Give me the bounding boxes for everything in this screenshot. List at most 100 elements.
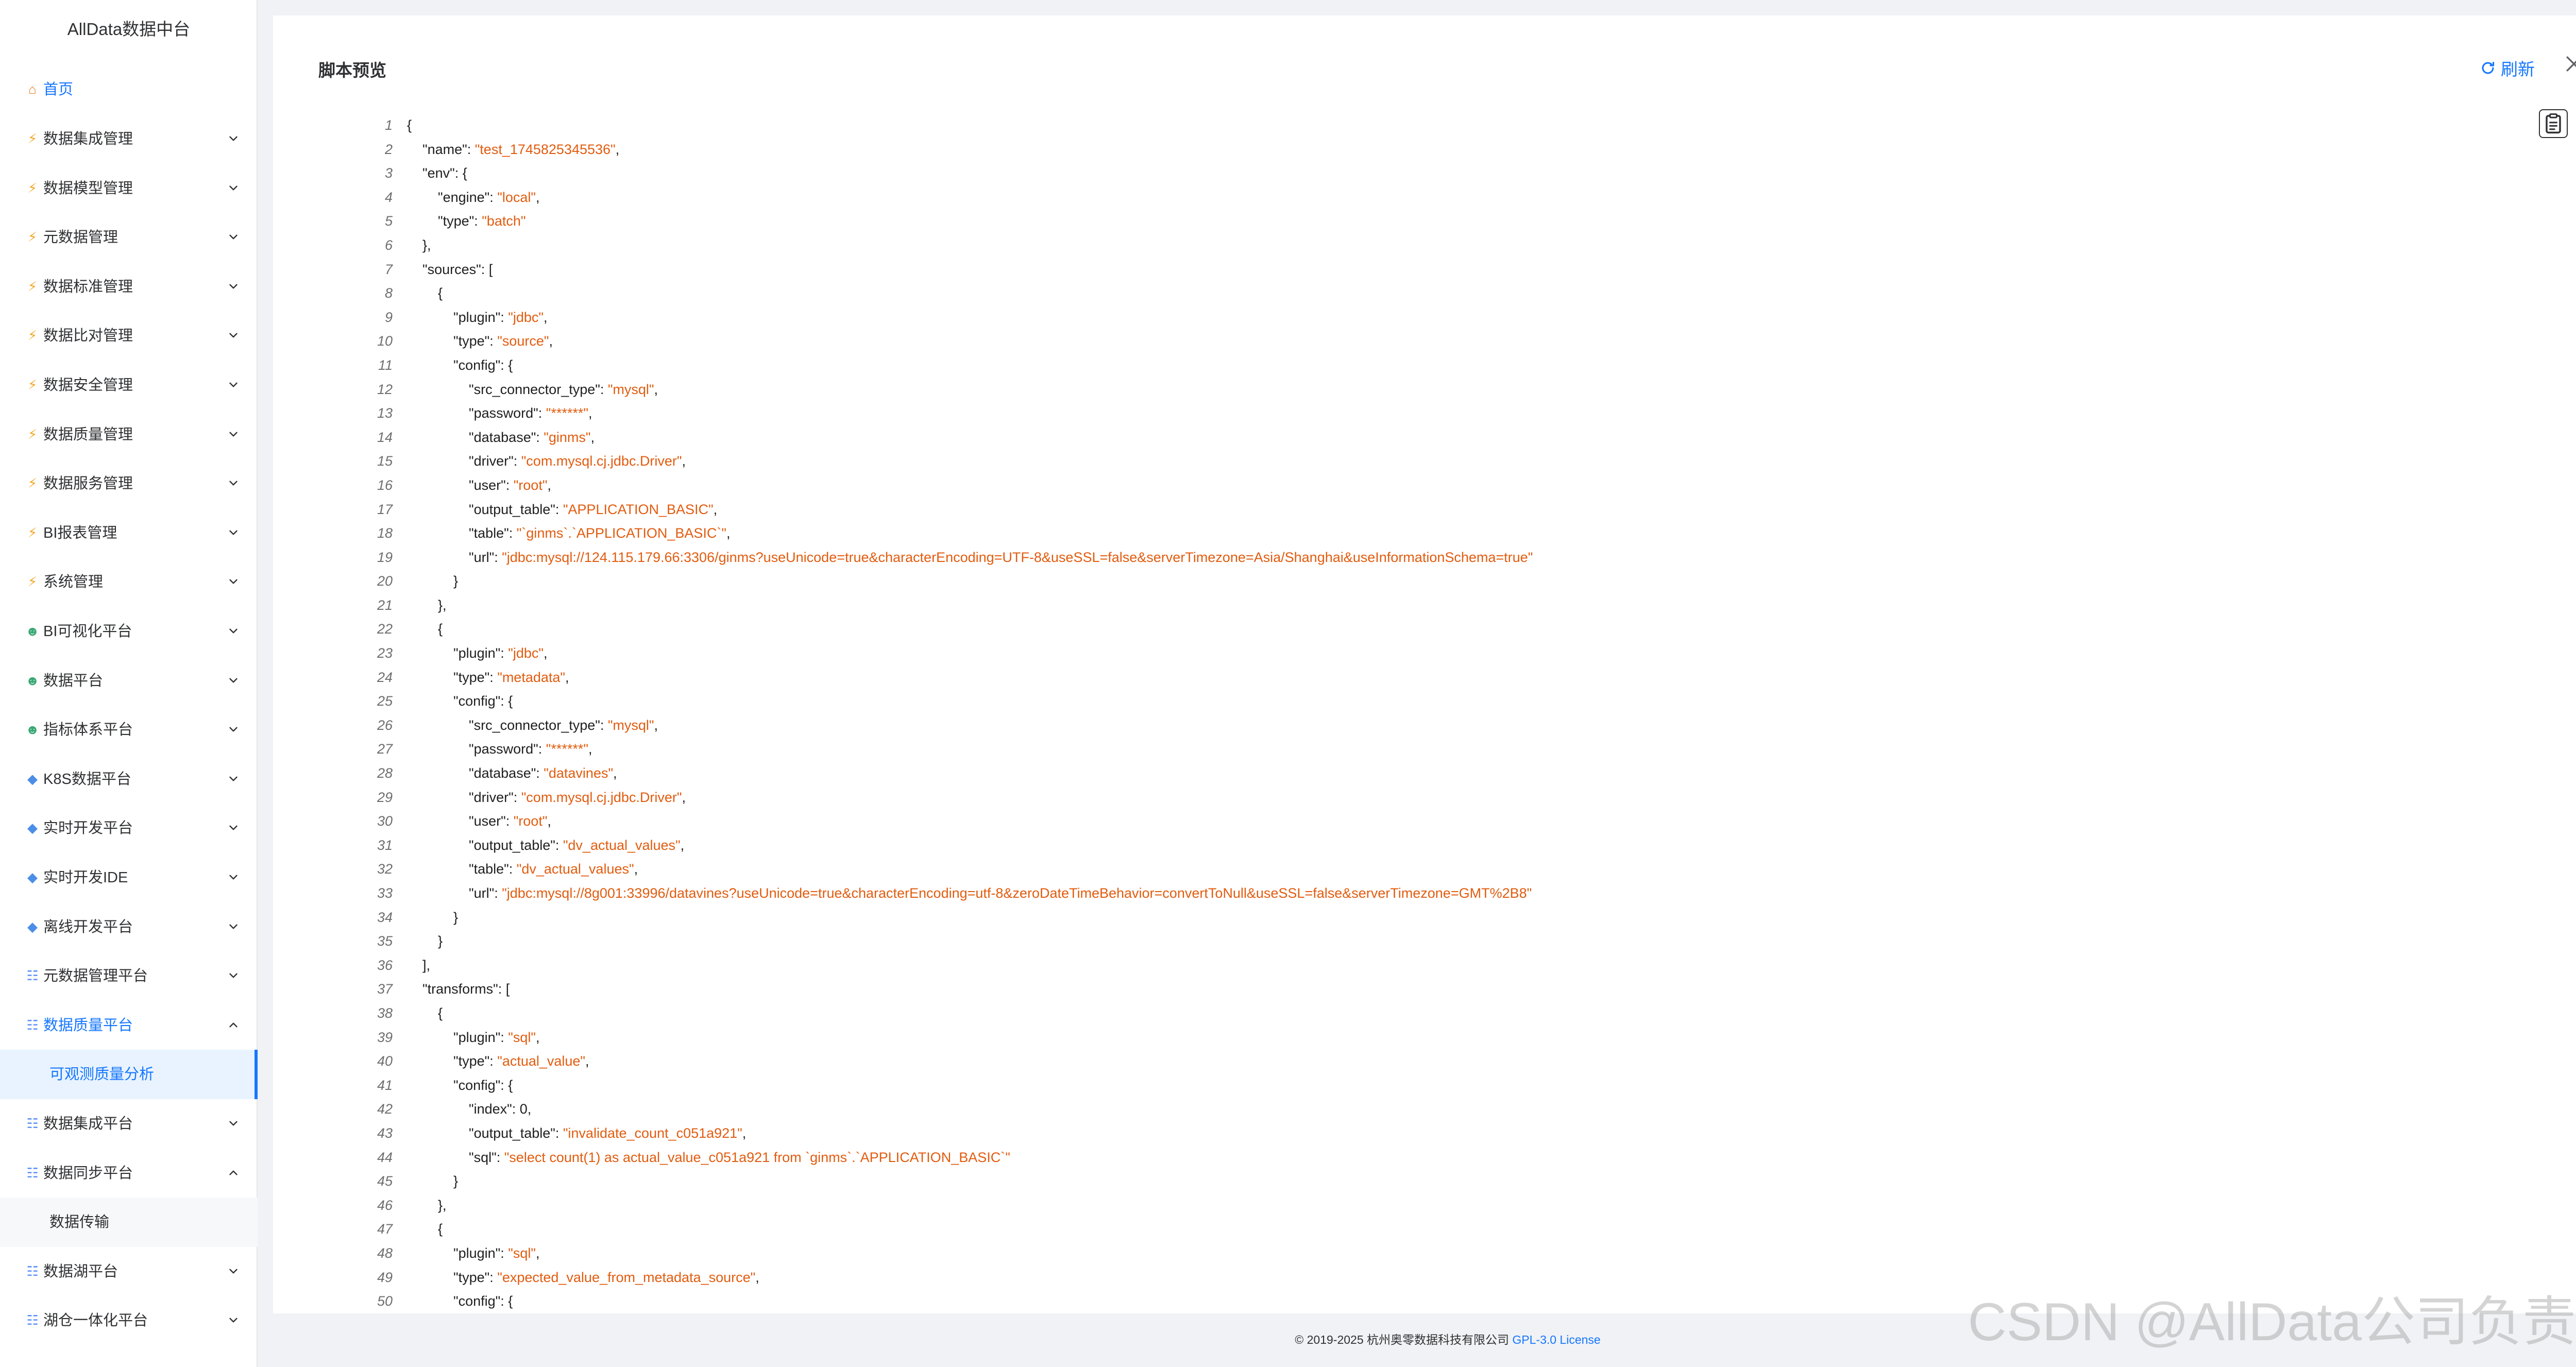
sidebar-item[interactable]: ⚡ 数据标准管理 bbox=[0, 262, 258, 312]
chevron-down-icon bbox=[229, 234, 238, 240]
footer-license-link[interactable]: GPL-3.0 License bbox=[1512, 1333, 1600, 1346]
code-text: "config": { bbox=[407, 1077, 513, 1093]
code-text: , bbox=[547, 477, 551, 493]
sidebar-item[interactable]: 数据传输 bbox=[0, 1198, 258, 1248]
sidebar-item[interactable]: ⚡ 数据比对管理 bbox=[0, 311, 258, 361]
script-preview-panel: 脚本预览 刷新 1{2 "name": "test_1745825345536"… bbox=[273, 15, 2576, 1313]
line-content: "plugin": "jdbc", bbox=[407, 641, 547, 665]
code-line: 29 "driver": "com.mysql.cj.jdbc.Driver", bbox=[355, 785, 2571, 810]
home-icon: ⌂ bbox=[28, 81, 37, 97]
code-line: 14 "database": "ginms", bbox=[355, 425, 2571, 450]
sidebar-item[interactable]: ☻ 指标体系平台 bbox=[0, 705, 258, 755]
line-number: 13 bbox=[377, 405, 393, 421]
sidebar-item[interactable]: ⚡ 元数据管理 bbox=[0, 213, 258, 262]
code-string: "invalidate_count_c051a921" bbox=[563, 1125, 742, 1141]
code-text: "engine": bbox=[407, 189, 498, 205]
code-string: "sql" bbox=[508, 1245, 536, 1261]
sidebar-item[interactable]: ☷ 数据同步平台 bbox=[0, 1149, 258, 1198]
code-string: "jdbc" bbox=[508, 645, 544, 661]
code-line: 37 "transforms": [ bbox=[355, 977, 2571, 1001]
line-content: "table": "`ginms`.`APPLICATION_BASIC`", bbox=[407, 521, 731, 545]
code-text: "config": { bbox=[407, 357, 513, 373]
sidebar-item[interactable]: ☷ 数据集成平台 bbox=[0, 1099, 258, 1149]
code-text: , bbox=[535, 1245, 540, 1261]
sidebar-item-label: BI可视化平台 bbox=[43, 623, 132, 640]
code-line: 8 { bbox=[355, 281, 2571, 305]
sidebar-item-home[interactable]: ⌂ 首页 bbox=[0, 65, 258, 114]
code-text: "password": bbox=[407, 405, 546, 421]
line-content: "name": "test_1745825345536", bbox=[407, 138, 619, 162]
code-editor[interactable]: 1{2 "name": "test_1745825345536", 3 "env"… bbox=[355, 113, 2571, 1313]
sidebar-item[interactable]: ☻ 数据平台 bbox=[0, 656, 258, 706]
code-text: , bbox=[654, 717, 658, 733]
refresh-label: 刷新 bbox=[2501, 60, 2535, 79]
code-string: "select count(1) as actual_value_c051a92… bbox=[504, 1149, 1010, 1165]
code-text: "type": bbox=[407, 1053, 498, 1069]
refresh-icon bbox=[2482, 61, 2495, 74]
line-content: } bbox=[407, 905, 458, 930]
line-number: 49 bbox=[377, 1269, 393, 1285]
close-button[interactable] bbox=[2563, 53, 2576, 75]
code-text: "env": { bbox=[407, 165, 467, 181]
sidebar-item[interactable]: ⚡ 数据集成管理 bbox=[0, 114, 258, 164]
refresh-button[interactable]: 刷新 bbox=[2479, 57, 2535, 79]
code-string: "expected_value_from_metadata_source" bbox=[497, 1269, 756, 1285]
close-icon bbox=[2566, 56, 2576, 72]
chevron-down-icon bbox=[229, 136, 238, 141]
code-text: "plugin": bbox=[407, 1245, 509, 1261]
code-text: , bbox=[654, 381, 658, 397]
sidebar-item-label: 元数据管理平台 bbox=[43, 968, 148, 985]
sidebar-item-label: 数据传输 bbox=[49, 1214, 110, 1231]
line-number: 46 bbox=[377, 1197, 393, 1213]
code-text: "driver": bbox=[407, 789, 521, 805]
code-line: 24 "type": "metadata", bbox=[355, 665, 2571, 690]
sidebar-item[interactable]: ☷ 数据质量平台 bbox=[0, 1001, 258, 1050]
sidebar-item[interactable]: ◆ 实时开发平台 bbox=[0, 804, 258, 853]
sidebar-item-label: 数据服务管理 bbox=[43, 475, 133, 492]
sidebar-item[interactable]: ☷ 湖仓一体化平台 bbox=[0, 1296, 258, 1345]
sidebar-item[interactable]: 可观测质量分析 bbox=[0, 1050, 258, 1100]
chevron-down-icon bbox=[229, 382, 238, 387]
code-text: , bbox=[543, 645, 548, 661]
line-number: 22 bbox=[377, 621, 393, 637]
sidebar-item-label: K8S数据平台 bbox=[43, 771, 131, 788]
code-text: , bbox=[547, 813, 551, 829]
sidebar-item[interactable]: ⚡ 数据服务管理 bbox=[0, 459, 258, 508]
sidebar-item[interactable]: ☷ 元数据管理平台 bbox=[0, 951, 258, 1001]
code-text: , bbox=[543, 309, 548, 325]
code-text: }, bbox=[407, 237, 431, 253]
sidebar-item[interactable]: ☷ 数据湖平台 bbox=[0, 1247, 258, 1296]
gem-icon: ◆ bbox=[27, 771, 38, 787]
code-text: "plugin": bbox=[407, 645, 509, 661]
code-line: 21 }, bbox=[355, 593, 2571, 618]
code-text: "user": bbox=[407, 813, 514, 829]
sidebar-item[interactable]: ◆ 实时开发IDE bbox=[0, 853, 258, 902]
code-text: "user": bbox=[407, 477, 514, 493]
code-line: 12 "src_connector_type": "mysql", bbox=[355, 378, 2571, 402]
code-line: 6 }, bbox=[355, 233, 2571, 258]
code-text: } bbox=[407, 933, 443, 949]
line-content: "env": { bbox=[407, 161, 467, 185]
sidebar-item[interactable]: ⚡ BI报表管理 bbox=[0, 508, 258, 558]
sidebar-item[interactable]: ☻ BI可视化平台 bbox=[0, 607, 258, 656]
code-text: } bbox=[407, 573, 459, 589]
code-text: }, bbox=[407, 1197, 447, 1213]
sidebar-item[interactable]: ⚡ 数据模型管理 bbox=[0, 164, 258, 213]
sidebar-item-label: 数据湖平台 bbox=[43, 1263, 118, 1280]
grid-icon: ☷ bbox=[26, 1165, 39, 1181]
line-content: "index": 0, bbox=[407, 1097, 531, 1121]
sidebar-item[interactable]: ⚡ 数据质量管理 bbox=[0, 410, 258, 459]
code-string: "mysql" bbox=[607, 381, 654, 397]
line-content: { bbox=[407, 617, 443, 641]
code-string: "******" bbox=[546, 405, 588, 421]
grid-icon: ☷ bbox=[26, 1312, 39, 1328]
sidebar-item[interactable]: ⚡ 系统管理 bbox=[0, 557, 258, 607]
line-content: "database": "ginms", bbox=[407, 425, 595, 450]
code-line: 32 "table": "dv_actual_values", bbox=[355, 857, 2571, 881]
sidebar-item[interactable]: ◆ 离线开发平台 bbox=[0, 902, 258, 952]
sidebar-item[interactable]: ◆ K8S数据平台 bbox=[0, 755, 258, 804]
code-text: "table": bbox=[407, 525, 517, 541]
sidebar-item[interactable]: ⚡ 数据安全管理 bbox=[0, 361, 258, 410]
chevron-down-icon bbox=[229, 825, 238, 830]
line-content: { bbox=[407, 281, 443, 305]
